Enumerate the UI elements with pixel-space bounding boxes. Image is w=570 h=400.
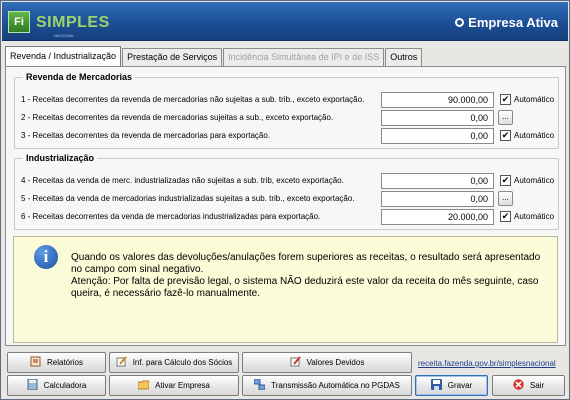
info-paragraph-1: Quando os valores das devoluções/anulaçõ… <box>71 252 541 275</box>
revenda-row-2: 2 - Receitas decorrentes da revenda de m… <box>15 110 558 126</box>
calculator-icon <box>27 378 38 391</box>
receita-link[interactable]: receita.fazenda.gov.br/simplesnacional <box>418 359 556 368</box>
industrializacao-row-5: 5 - Receitas da venda de mercadorias ind… <box>15 191 558 207</box>
company-status-label: Empresa Ativa <box>468 15 558 30</box>
value-field-6[interactable]: 20.000,00 <box>381 209 494 225</box>
row-label: 3 - Receitas decorrentes da revenda de m… <box>21 131 271 140</box>
industrializacao-group: Industrialização 4 - Receitas da venda d… <box>14 153 559 230</box>
auto-label: Automático <box>514 176 555 185</box>
value-field-5[interactable]: 0,00 <box>381 191 494 207</box>
tab-bar: Revenda / Industrialização Prestação de … <box>5 46 423 67</box>
industrializacao-row-4: 4 - Receitas da venda de merc. industria… <box>15 173 558 189</box>
auto-checkbox-4[interactable]: ✔ <box>500 175 511 186</box>
folder-icon <box>137 378 150 390</box>
revenda-group-title: Revenda de Mercadorias <box>23 72 136 82</box>
value-field-4[interactable]: 0,00 <box>381 173 494 189</box>
auto-label: Automático <box>514 131 555 140</box>
industrializacao-group-title: Industrialização <box>23 153 98 163</box>
valores-devidos-label: Valores Devidos <box>306 358 365 367</box>
app-window: Fi SIMPLES NACIONAL Empresa Ativa Revend… <box>0 0 570 400</box>
ativar-empresa-label: Ativar Empresa <box>155 381 210 390</box>
inf-calculo-label: Inf. para Cálculo dos Sócios <box>132 358 233 367</box>
value-field-2[interactable]: 0,00 <box>381 110 494 126</box>
inf-calculo-socios-button[interactable]: Inf. para Cálculo dos Sócios <box>109 352 239 373</box>
save-icon <box>430 378 442 390</box>
auto-checkbox-3[interactable]: ✔ <box>500 130 511 141</box>
sair-button[interactable]: Sair <box>492 375 565 396</box>
transmissao-label: Transmissão Automática no PGDAS <box>271 381 400 390</box>
report-icon <box>30 355 41 367</box>
tab-revenda-industrializacao[interactable]: Revenda / Industrialização <box>5 46 122 67</box>
calculadora-label: Calculadora <box>43 381 87 390</box>
details-button-2[interactable]: ... <box>498 110 513 125</box>
logo-subtitle: NACIONAL <box>54 33 75 38</box>
info-paragraph-2: Atenção: Por falta de previsão legal, o … <box>71 276 539 299</box>
auto-checkbox-1[interactable]: ✔ <box>500 94 511 105</box>
tab-prestacao-servicos[interactable]: Prestação de Serviços <box>122 48 223 67</box>
app-header: Fi SIMPLES NACIONAL Empresa Ativa <box>2 2 568 41</box>
details-button-5[interactable]: ... <box>498 191 513 206</box>
logo-text: SIMPLES <box>36 14 110 31</box>
relatorios-label: Relatórios <box>46 358 83 367</box>
network-icon <box>253 378 266 391</box>
auto-checkbox-6[interactable]: ✔ <box>500 211 511 222</box>
info-box: i Quando os valores das devoluções/anula… <box>13 236 558 343</box>
tab-outros[interactable]: Outros <box>385 48 423 67</box>
row-label: 5 - Receitas da venda de mercadorias ind… <box>21 194 355 203</box>
tab-incidencia-simultanea: Incidência Simultânea de IPI e de ISS <box>223 48 385 67</box>
sair-label: Sair <box>529 381 545 390</box>
info-icon: i <box>34 245 58 269</box>
ativar-empresa-button[interactable]: Ativar Empresa <box>109 375 239 396</box>
value-field-1[interactable]: 90.000,00 <box>381 92 494 108</box>
gravar-button[interactable]: Gravar <box>415 375 488 396</box>
pencil-icon <box>116 355 127 367</box>
revenda-row-1: 1 - Receitas decorrentes da revenda de m… <box>15 92 558 108</box>
company-status: Empresa Ativa <box>455 15 558 30</box>
calculadora-button[interactable]: Calculadora <box>7 375 106 396</box>
gravar-label: Gravar <box>447 381 473 390</box>
industrializacao-row-6: 6 - Receitas decorrentes da venda de mer… <box>15 209 558 225</box>
revenda-group: Revenda de Mercadorias 1 - Receitas deco… <box>14 72 559 149</box>
radio-circle-icon <box>455 18 465 27</box>
transmissao-pgdas-button[interactable]: Transmissão Automática no PGDAS <box>242 375 412 396</box>
close-icon <box>513 378 524 390</box>
valores-devidos-button[interactable]: Valores Devidos <box>242 352 412 373</box>
row-label: 6 - Receitas decorrentes da venda de mer… <box>21 212 321 221</box>
auto-label: Automático <box>514 95 555 104</box>
pencil-check-icon <box>290 355 301 367</box>
row-label: 4 - Receitas da venda de merc. industria… <box>21 176 344 185</box>
row-label: 2 - Receitas decorrentes da revenda de m… <box>21 113 334 122</box>
value-field-3[interactable]: 0,00 <box>381 128 494 144</box>
revenda-row-3: 3 - Receitas decorrentes da revenda de m… <box>15 128 558 144</box>
info-text: Quando os valores das devoluções/anulaçõ… <box>71 252 541 300</box>
auto-label: Automático <box>514 212 555 221</box>
relatorios-button[interactable]: Relatórios <box>7 352 106 373</box>
logo-icon: Fi <box>8 11 30 33</box>
row-label: 1 - Receitas decorrentes da revenda de m… <box>21 95 365 104</box>
